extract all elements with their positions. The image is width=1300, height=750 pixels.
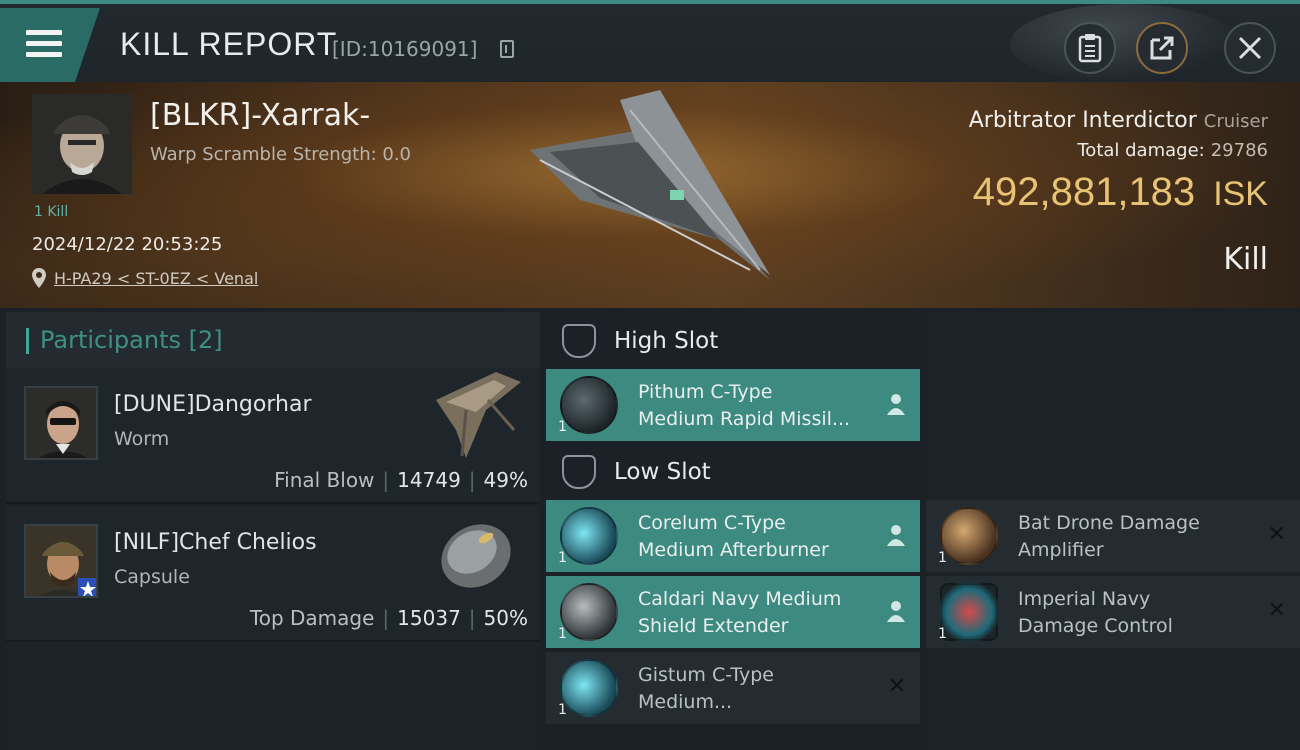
background-ship-decoration [1010, 4, 1240, 84]
participant-ship: Capsule [114, 566, 190, 588]
high-slot-title: High Slot [614, 328, 719, 354]
close-button[interactable] [1224, 22, 1276, 74]
high-slot-header: High Slot [548, 316, 928, 368]
participants-title: Participants [2] [40, 326, 223, 354]
isk-unit: ISK [1213, 175, 1268, 213]
person-icon [887, 525, 905, 546]
participant-name[interactable]: [DUNE]Dangorhar [114, 392, 311, 417]
participant-name[interactable]: [NILF]Chef Chelios [114, 530, 317, 555]
afterburner-icon [560, 507, 618, 565]
ship-class: Cruiser [1203, 111, 1268, 132]
participant-row[interactable]: [DUNE]Dangorhar Worm Final Blow | 14749 | 49… [6, 368, 540, 504]
module-item[interactable]: 1 Bat Drone Damage Amplifier ✕ [926, 500, 1300, 572]
kill-timestamp: 2024/12/22 20:53:25 [32, 234, 223, 255]
person-icon [887, 601, 905, 622]
participants-panel: Participants [2] [DUNE]Dangorhar Worm Fi… [6, 312, 540, 750]
warp-scramble-strength: Warp Scramble Strength: 0.0 [150, 144, 412, 165]
module-name: Caldari Navy Medium Shield Extender [638, 588, 842, 637]
low-slot-header: Low Slot [548, 447, 928, 499]
location-pin-icon [32, 268, 46, 288]
participant-percent: 49% [483, 468, 528, 492]
participant-ship-image [436, 372, 521, 458]
module-name: Gistum C-Type Medium... [638, 664, 774, 713]
module-quantity: 1 [938, 550, 947, 566]
participant-stats: Final Blow | 14749 | 49% [274, 468, 528, 492]
x-mark-icon: ✕ [887, 674, 906, 699]
copy-icon[interactable] [500, 40, 514, 58]
x-mark-icon: ✕ [1267, 598, 1286, 623]
report-id: [ID:10169091] [332, 37, 478, 61]
hamburger-menu-icon[interactable] [26, 30, 62, 60]
participant-row[interactable]: [NILF]Chef Chelios Capsule Top Damage | 15… [6, 506, 540, 642]
slot-shield-icon [562, 455, 596, 489]
victim-ship[interactable]: Arbitrator Interdictor Cruiser [969, 108, 1268, 133]
module-name: Imperial Navy Damage Control [1018, 588, 1173, 637]
module-quantity: 1 [558, 626, 567, 642]
person-icon [887, 394, 905, 415]
clipboard-icon [1078, 34, 1102, 63]
slot-shield-icon [562, 324, 596, 358]
missile-launcher-icon [560, 376, 618, 434]
participant-ship-image [441, 524, 511, 588]
victim-portrait[interactable] [32, 94, 132, 194]
participant-role: Final Blow [274, 468, 375, 492]
total-damage-value: 29786 [1210, 140, 1268, 161]
damage-control-icon [940, 583, 998, 641]
participant-avatar[interactable] [24, 524, 98, 598]
close-icon [1238, 36, 1262, 60]
module-name: Pithum C-Type Medium Rapid Missil... [638, 381, 851, 430]
drone-amplifier-icon [940, 507, 998, 565]
share-button[interactable] [1136, 22, 1188, 74]
ship-name: Arbitrator Interdictor [968, 108, 1197, 133]
top-bar: KILL REPORT [ID:10169091] [0, 0, 1300, 84]
afterburner-icon [560, 659, 618, 717]
module-item[interactable]: 1 Imperial Navy Damage Control ✕ [926, 576, 1300, 648]
victim-summary: [BLKR]-Xarrak- Warp Scramble Strength: 0… [0, 82, 1300, 308]
participant-ship: Worm [114, 428, 170, 450]
report-result: Kill [1223, 242, 1268, 277]
isk-value: 492,881,183 ISK [973, 170, 1268, 215]
module-name: Bat Drone Damage Amplifier [1018, 512, 1200, 561]
participant-role: Top Damage [249, 606, 375, 630]
participant-damage: 14749 [397, 468, 461, 492]
victim-ship-image [530, 90, 770, 280]
participant-damage: 15037 [397, 606, 461, 630]
module-quantity: 1 [938, 626, 947, 642]
kill-location[interactable]: H-PA29 < ST-0EZ < Venal [32, 268, 258, 288]
shield-extender-icon [560, 583, 618, 641]
module-quantity: 1 [558, 702, 567, 718]
menu-button[interactable] [0, 8, 100, 82]
page-title: KILL REPORT [120, 26, 338, 62]
low-slot-title: Low Slot [614, 459, 711, 485]
share-icon [1150, 36, 1174, 60]
location-link[interactable]: H-PA29 < ST-0EZ < Venal [54, 269, 258, 288]
participants-header: Participants [2] [6, 312, 540, 368]
participant-percent: 50% [483, 606, 528, 630]
isk-amount: 492,881,183 [972, 170, 1196, 214]
x-mark-icon: ✕ [1267, 522, 1286, 547]
total-damage: Total damage: 29786 [1077, 140, 1268, 161]
module-item[interactable]: 1 Pithum C-Type Medium Rapid Missil... [546, 369, 920, 441]
clipboard-button[interactable] [1064, 22, 1116, 74]
victim-avatar-image [32, 94, 132, 194]
module-item[interactable]: 1 Caldari Navy Medium Shield Extender [546, 576, 920, 648]
module-quantity: 1 [558, 550, 567, 566]
kill-count: 1 Kill [34, 204, 69, 220]
victim-name[interactable]: [BLKR]-Xarrak- [150, 98, 370, 133]
module-item[interactable]: 1 Gistum C-Type Medium... ✕ [546, 652, 920, 724]
participant-stats: Top Damage | 15037 | 50% [249, 606, 528, 630]
module-item[interactable]: 1 Corelum C-Type Medium Afterburner [546, 500, 920, 572]
module-quantity: 1 [558, 419, 567, 435]
module-name: Corelum C-Type Medium Afterburner [638, 512, 829, 561]
participant-avatar[interactable] [24, 386, 98, 460]
total-damage-label: Total damage: [1077, 140, 1205, 161]
